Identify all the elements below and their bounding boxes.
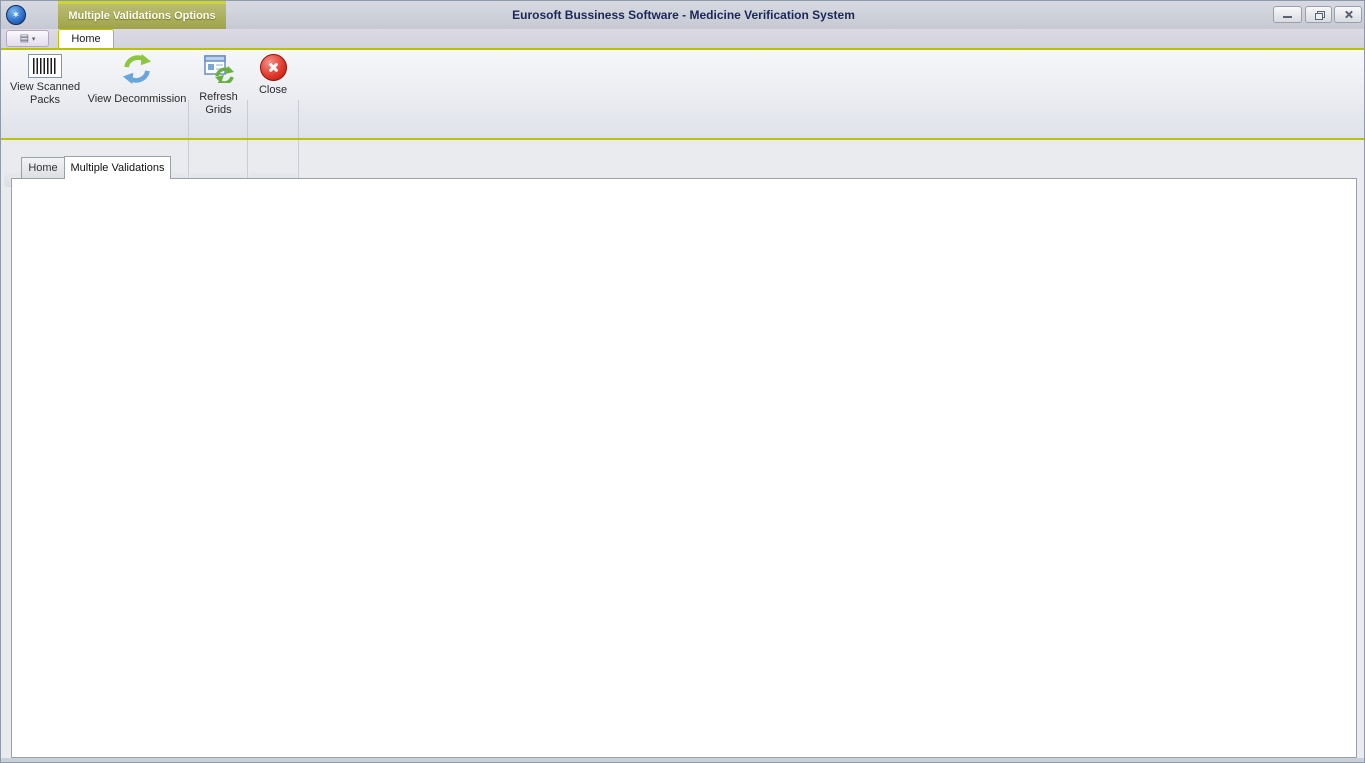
minimize-icon [1283, 16, 1292, 18]
button-label: Packs [30, 94, 60, 106]
group-separator [188, 100, 189, 186]
contextual-tab-group: Multiple Validations Options [58, 1, 226, 29]
button-label: View Scanned [10, 81, 80, 93]
ribbon-tab-row [1, 29, 1365, 48]
chevron-down-icon: ▾ [32, 36, 36, 43]
close-button[interactable]: Close [249, 52, 297, 122]
close-window-button[interactable] [1334, 6, 1362, 23]
restore-button[interactable] [1305, 6, 1332, 23]
refresh-grids-button[interactable]: RefreshGrids [191, 52, 246, 122]
quick-access-toolbar[interactable]: ▤ ▾ [6, 30, 49, 47]
app-window: ✶ Eurosoft Bussiness Software - Medicine… [0, 0, 1365, 763]
ribbon-bottom-line [1, 138, 1365, 140]
minimize-button[interactable] [1273, 6, 1302, 23]
multiple-validations-page [11, 178, 1357, 758]
close-icon [1344, 10, 1353, 19]
view-scanned-packs-button[interactable]: View ScannedPacks [5, 52, 85, 122]
button-label: Refresh [199, 91, 238, 103]
page-tab-home[interactable]: Home [21, 157, 65, 179]
ribbon-tab-home[interactable]: Home [58, 29, 114, 48]
close-red-icon [260, 54, 287, 81]
button-label: View Decommission [88, 93, 187, 105]
ribbon: View ScannedPacks View Decommission [1, 50, 1365, 138]
title-bar: ✶ Eurosoft Bussiness Software - Medicine… [1, 1, 1365, 29]
view-decommission-button[interactable]: View Decommission [87, 52, 187, 122]
group-separator [298, 100, 299, 186]
button-label: Grids [205, 104, 231, 116]
barcode-icon [28, 54, 62, 78]
recycle-arrows-icon [119, 53, 155, 85]
restore-icon [1315, 11, 1323, 18]
window-bottom-border [1, 758, 1365, 763]
page-tab-multiple-validations[interactable]: Multiple Validations [64, 156, 171, 179]
window-layout-icon: ▤ [20, 33, 29, 44]
group-separator [247, 100, 248, 186]
refresh-grid-icon [204, 53, 234, 83]
button-label: Close [259, 84, 287, 96]
